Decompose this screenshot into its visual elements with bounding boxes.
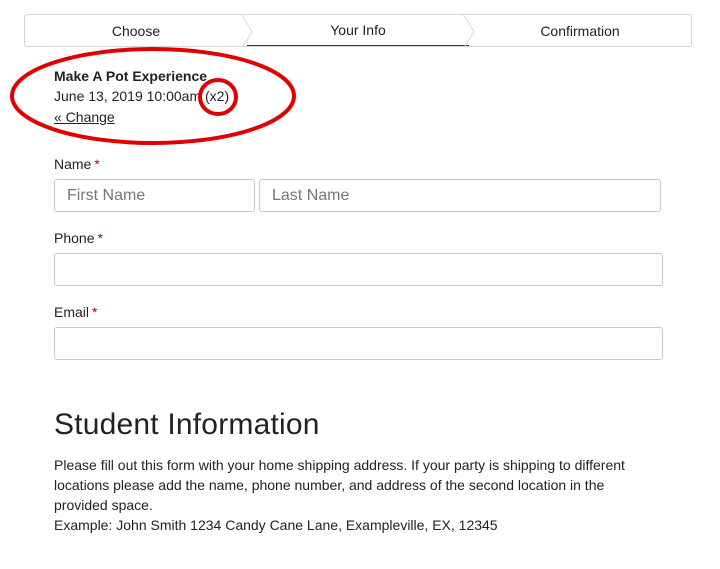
first-name-input[interactable] xyxy=(54,179,255,212)
step-progress-bar: Choose Your Info Confirmation xyxy=(24,14,692,47)
experience-title: Make A Pot Experience xyxy=(54,68,208,84)
step-choose-label: Choose xyxy=(111,22,161,39)
required-mark: * xyxy=(92,304,98,320)
booking-page: Choose Your Info Confirmation Make A Pot… xyxy=(0,0,720,569)
description-line: provided space. xyxy=(54,497,153,513)
name-label: Name * xyxy=(54,156,100,172)
step-your-info[interactable]: Your Info xyxy=(247,15,475,46)
required-mark: * xyxy=(97,230,103,246)
booking-datetime: June 13, 2019 10:00am (x2) xyxy=(54,86,229,106)
required-mark: * xyxy=(94,156,100,172)
description-line: Please fill out this form with your home… xyxy=(54,457,625,473)
description-line: locations please add the name, phone num… xyxy=(54,477,605,493)
email-input[interactable] xyxy=(54,327,663,360)
change-booking-link[interactable]: « Change xyxy=(54,107,115,127)
step-choose[interactable]: Choose xyxy=(25,15,253,46)
student-information-heading: Student Information xyxy=(54,408,320,441)
booking-summary: Make A Pot Experience June 13, 2019 10:0… xyxy=(54,66,229,127)
phone-input[interactable] xyxy=(54,253,663,286)
booking-quantity: (x2) xyxy=(205,88,230,104)
step-confirmation-label: Confirmation xyxy=(540,22,620,39)
email-label: Email * xyxy=(54,304,98,320)
step-separator-icon xyxy=(463,15,475,46)
student-information-description: Please fill out this form with your home… xyxy=(54,455,654,535)
step-separator-icon xyxy=(241,15,253,46)
description-line: Example: John Smith 1234 Candy Cane Lane… xyxy=(54,517,498,533)
booking-date: June 13, 2019 10:00am xyxy=(54,88,202,104)
step-your-info-label: Your Info xyxy=(330,22,386,38)
step-confirmation[interactable]: Confirmation xyxy=(469,15,691,46)
last-name-input[interactable] xyxy=(259,179,661,212)
phone-label: Phone * xyxy=(54,230,103,246)
